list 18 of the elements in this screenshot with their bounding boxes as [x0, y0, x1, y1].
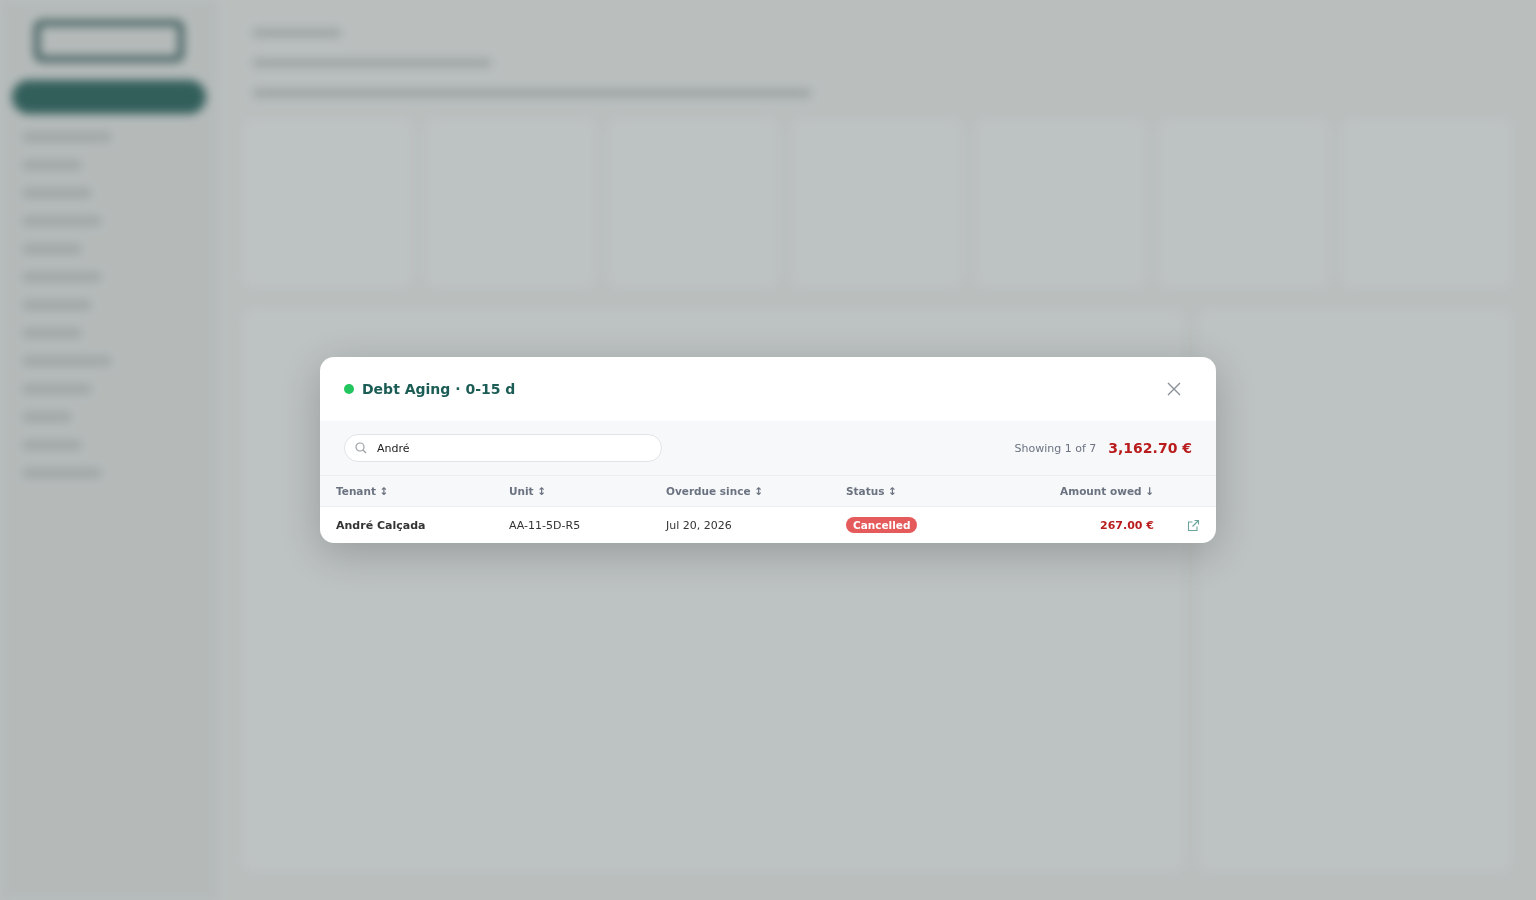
- column-header[interactable]: Overdue since ↕: [666, 485, 763, 497]
- search-icon: [355, 442, 367, 454]
- column-header[interactable]: Amount owed ↓: [1060, 485, 1154, 497]
- search-field[interactable]: André: [344, 434, 662, 462]
- column-header[interactable]: Unit ↕: [509, 485, 547, 497]
- external-link-button[interactable]: [1187, 518, 1200, 532]
- total-amount: 3,162.70 €: [1108, 440, 1192, 456]
- status-dot: [344, 384, 354, 394]
- unit-cell-text: AA-11-5D-R5: [509, 518, 582, 532]
- result-count: Showing 1 of 7: [1014, 441, 1097, 455]
- close-button[interactable]: [1166, 381, 1182, 397]
- status-badge: Cancelled: [846, 517, 918, 533]
- dialog-title: Debt Aging · 0-15 d: [362, 381, 516, 397]
- amount-cell: 267.00 €: [1100, 518, 1154, 532]
- tenant-cell-text: André Calçada: [336, 518, 427, 532]
- column-header[interactable]: Tenant ↕: [336, 485, 389, 497]
- column-header[interactable]: Status ↕: [846, 485, 897, 497]
- date-cell-text: Jul 20, 2026: [666, 518, 733, 532]
